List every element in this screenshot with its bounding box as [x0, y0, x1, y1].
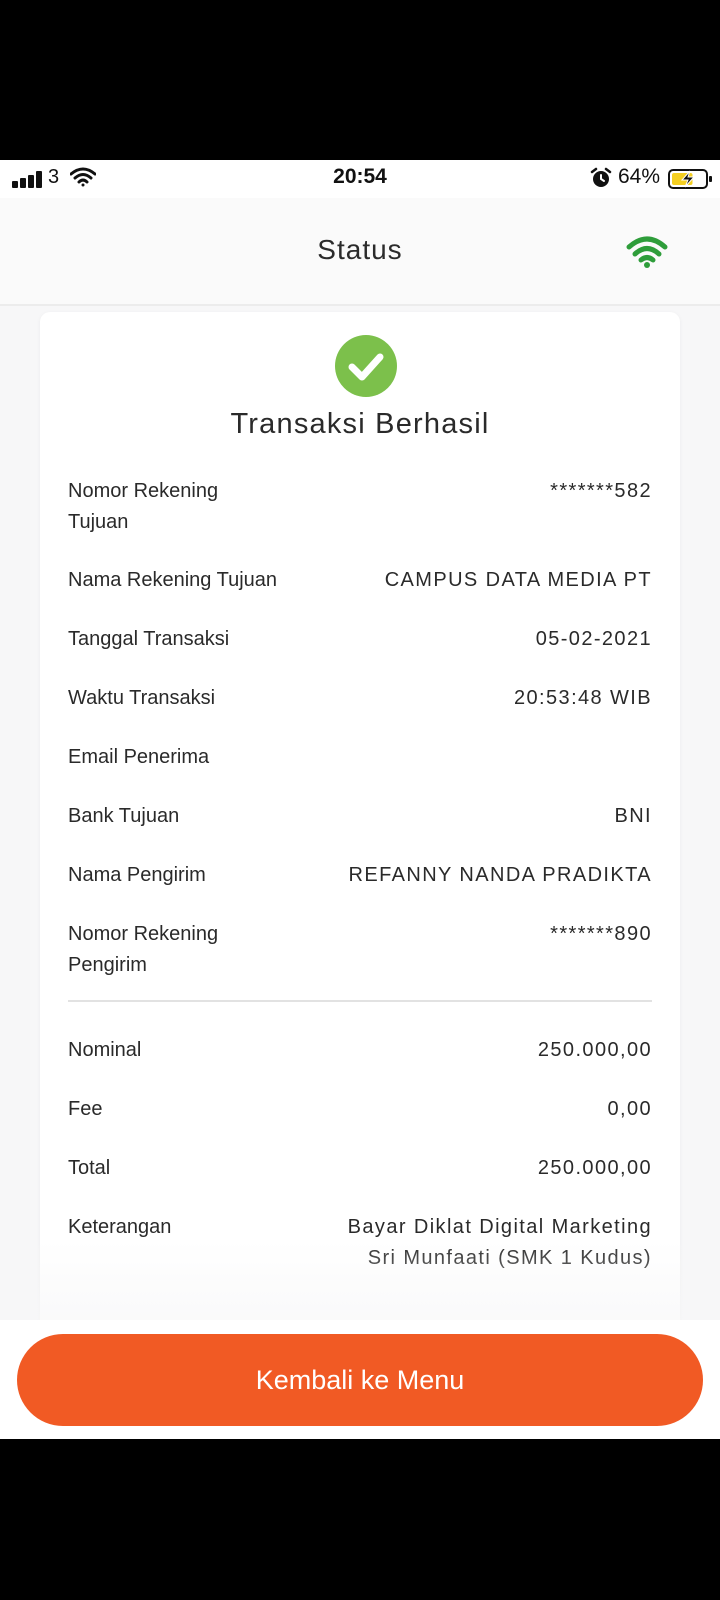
detail-label: Nomor Rekening Pengirim: [68, 923, 219, 976]
amount-label: Total: [68, 1157, 111, 1179]
detail-label: Nama Pengirim: [68, 864, 206, 886]
transaction-card: Transaksi Berhasil Nomor Rekening Tujuan…: [40, 312, 680, 1439]
section-divider: [68, 1000, 652, 1002]
detail-value: *******890: [550, 923, 652, 945]
app-screen: 3 20:54 64% Status Transaksi Berhasil No…: [0, 160, 720, 1439]
back-to-menu-button[interactable]: Kembali ke Menu: [17, 1334, 703, 1426]
bottom-action-bar: Kembali ke Menu: [0, 1320, 720, 1439]
amount-value: 250.000,00: [537, 1039, 652, 1061]
amount-value: 0,00: [607, 1098, 652, 1120]
clock-time: 20:54: [333, 165, 387, 188]
detail-value: *******582: [550, 480, 652, 502]
app-header: Status: [0, 198, 720, 306]
amount-label: Nominal: [68, 1039, 142, 1061]
detail-label: Email Penerima: [68, 746, 210, 768]
amount-value: Bayar Diklat Digital Marketing Sri Munfa…: [347, 1216, 652, 1269]
check-circle-icon: [335, 335, 397, 397]
amount-label: Fee: [68, 1098, 103, 1120]
amount-label: Keterangan: [68, 1216, 172, 1238]
status-bar: 3 20:54 64%: [0, 160, 720, 198]
detail-label: Bank Tujuan: [68, 805, 180, 827]
detail-value: REFANNY NANDA PRADIKTA: [348, 864, 652, 886]
detail-value: 05-02-2021: [535, 628, 652, 650]
battery-percent: 64%: [618, 165, 661, 188]
detail-value: CAMPUS DATA MEDIA PT: [384, 569, 652, 591]
wifi-icon: [626, 236, 668, 268]
transaction-status-title: Transaksi Berhasil: [230, 408, 490, 440]
page-title: Status: [317, 234, 403, 265]
detail-label: Nama Rekening Tujuan: [68, 569, 278, 591]
battery-charging-icon: [668, 169, 712, 189]
detail-label: Tanggal Transaksi: [68, 628, 230, 650]
detail-value: BNI: [614, 805, 652, 827]
detail-label: Waktu Transaksi: [68, 687, 216, 709]
alarm-clock-icon: [590, 167, 612, 187]
amount-value: 250.000,00: [537, 1157, 652, 1179]
detail-value: 20:53:48 WIB: [514, 687, 652, 709]
detail-label: Nomor Rekening Tujuan: [68, 480, 219, 533]
